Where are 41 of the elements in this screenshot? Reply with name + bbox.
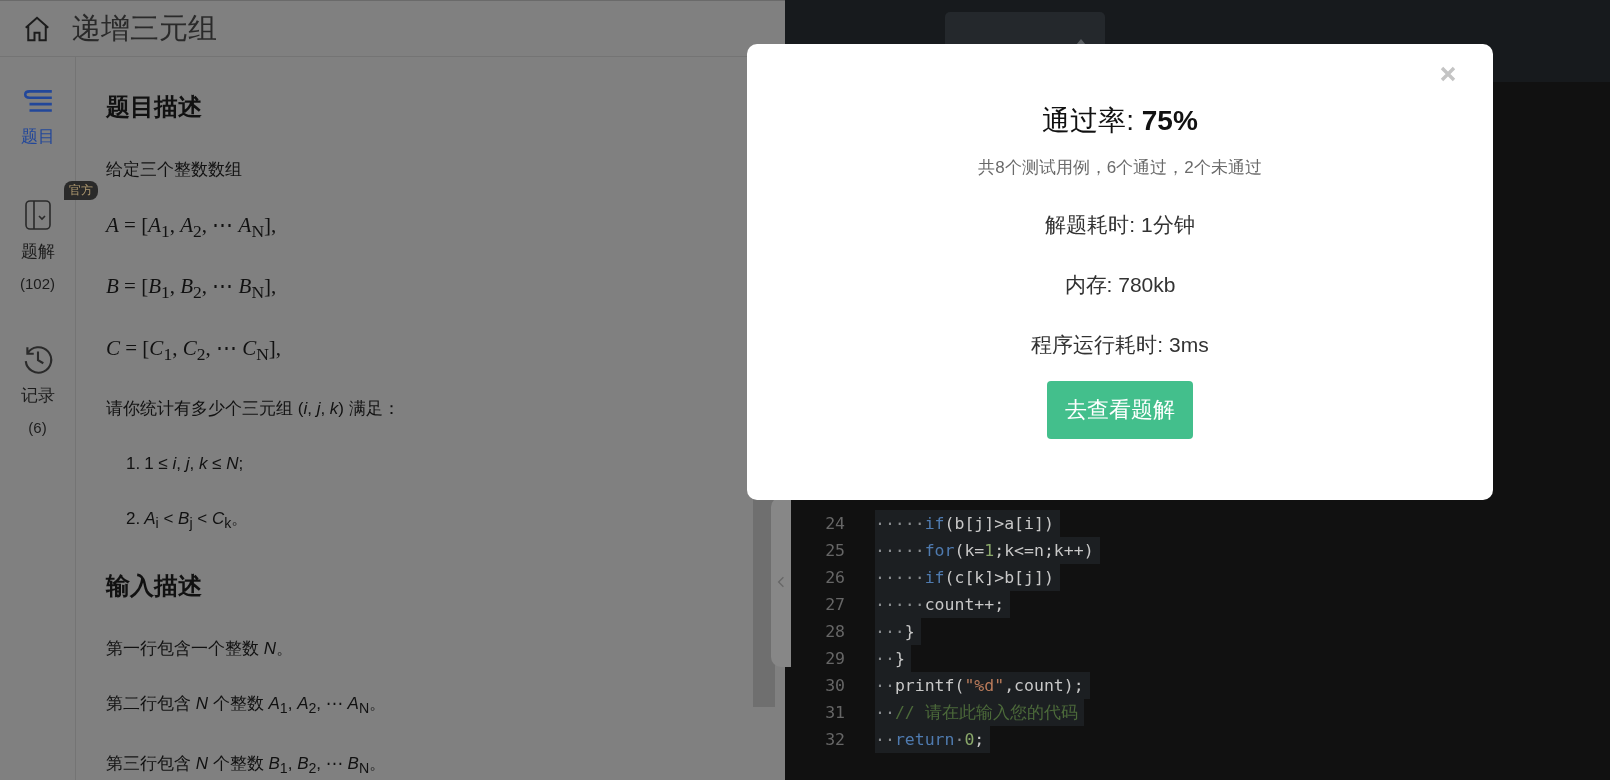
sidebar-count: (6) xyxy=(28,419,47,437)
line-number: 29 xyxy=(824,649,846,668)
list-number: 2. xyxy=(126,508,141,529)
paragraph: 第一行包含一个整数 N。 xyxy=(106,638,294,661)
paragraph: 给定三个整数数组 xyxy=(106,159,243,182)
pass-rate: 通过率: 75% xyxy=(1042,104,1198,138)
formula: B = [B$_{1}$, B$_{2}$, ⋯ B$_{N}$], xyxy=(106,274,278,305)
section-heading: 题目描述 xyxy=(106,92,203,123)
sidebar-label: 题解 xyxy=(20,241,55,264)
stat-text: 程序运行耗时: 3ms xyxy=(1031,332,1209,358)
line-number: 26 xyxy=(824,568,846,587)
sidebar-tab[interactable]: 题解 (102) xyxy=(20,198,55,293)
line-number: 25 xyxy=(824,541,846,560)
line-number: 27 xyxy=(824,595,846,614)
sidebar-label: 题目 xyxy=(20,126,55,149)
paragraph: 请你统计有多少个三元组 (i, j, k) 满足： xyxy=(106,397,400,420)
page-title: 递增三元组 xyxy=(72,10,217,46)
line-number: 32 xyxy=(824,730,846,749)
section-heading: 输入描述 xyxy=(106,571,203,602)
line-number: 24 xyxy=(824,514,846,533)
sidebar-tab[interactable]: 题目 xyxy=(20,87,55,149)
collapse-handle[interactable] xyxy=(771,497,791,668)
test-summary: 共8个测试用例，6个通过，2个未通过 xyxy=(978,157,1262,179)
stat-text: 内存: 780kb xyxy=(1064,272,1176,298)
sidebar-count: (102) xyxy=(20,275,55,293)
formula: C = [C$_{1}$, C$_{2}$, ⋯ C$_{N}$], xyxy=(106,335,283,366)
list-text: A$_{i}$ < B$_{j}$ < C$_{k}$。 xyxy=(144,507,249,534)
view-solution-button[interactable]: 去查看题解 xyxy=(1047,381,1193,439)
paragraph: 第二行包含 N 个整数 A$_{1}$, A$_{2}$, ⋯ A$_{N}$。 xyxy=(106,693,388,719)
book-icon xyxy=(22,198,53,233)
line-number: 31 xyxy=(824,703,846,722)
paragraph: 第三行包含 N 个整数 B$_{1}$, B$_{2}$, ⋯ B$_{N}$。 xyxy=(106,752,388,778)
line-number: 30 xyxy=(824,676,846,695)
sidebar-label: 记录 xyxy=(20,385,55,408)
list-number: 1. xyxy=(126,453,141,474)
sidebar-tab[interactable]: 记录 (6) xyxy=(20,342,55,437)
official-badge: 官方 xyxy=(64,181,98,201)
line-number: 28 xyxy=(824,622,846,641)
stat-text: 解题耗时: 1分钟 xyxy=(1045,212,1195,238)
list-text: 1 ≤ i, j, k ≤ N; xyxy=(144,452,244,475)
formula: A = [A$_{1}$, A$_{2}$, ⋯ A$_{N}$], xyxy=(106,213,278,244)
